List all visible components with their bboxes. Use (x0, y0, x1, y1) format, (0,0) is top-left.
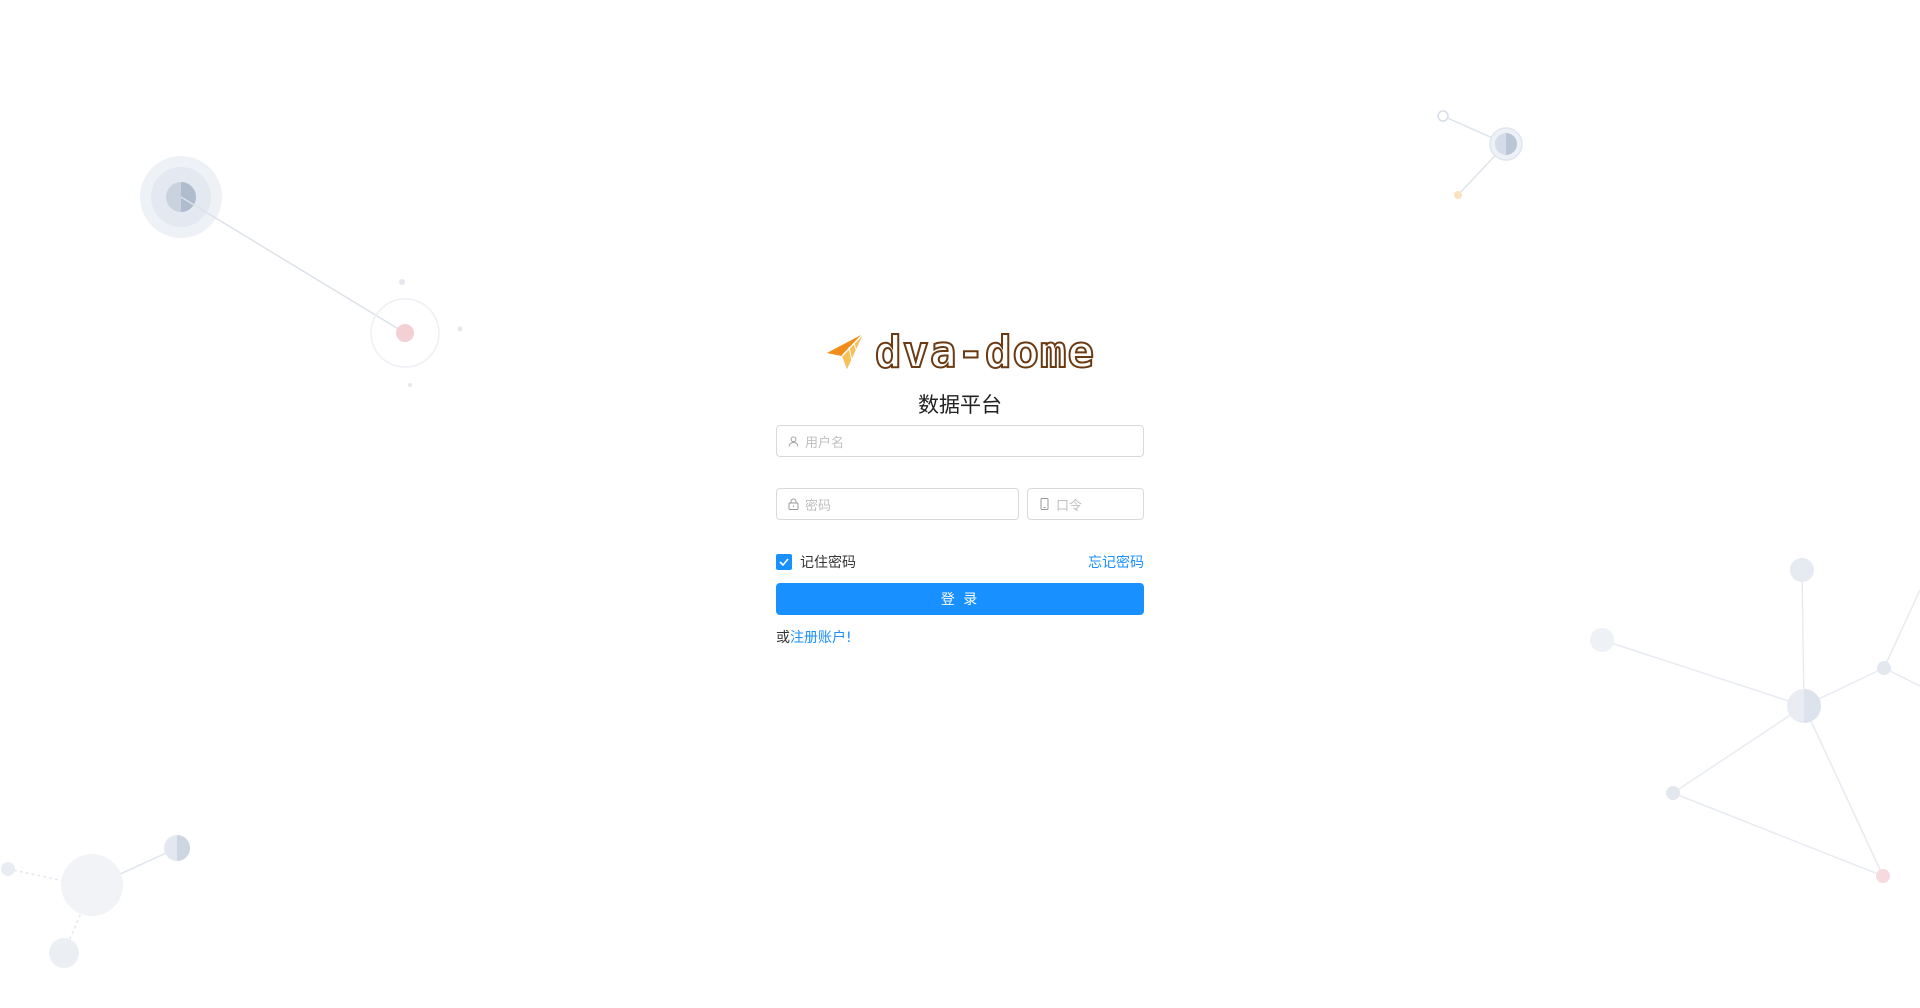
otp-field[interactable]: 口令 (1027, 488, 1144, 520)
username-placeholder: 用户名 (805, 435, 845, 451)
otp-placeholder: 口令 (1056, 498, 1083, 514)
user-icon (787, 435, 799, 447)
page-subtitle: 数据平台 (918, 393, 1002, 417)
logo-text: dva-dome (874, 326, 1095, 379)
check-icon[interactable] (776, 554, 792, 570)
forgot-password-link[interactable]: 忘记密码 (1088, 552, 1144, 572)
login-button[interactable]: 登 录 (776, 583, 1144, 615)
password-placeholder: 密码 (805, 498, 832, 514)
bg-cluster-bottom-right (1590, 558, 1920, 883)
lock-icon (787, 498, 799, 510)
password-row: 密码 口令 (776, 488, 1144, 520)
remember-password-checkbox[interactable]: 记住密码 (776, 552, 856, 572)
options-row: 记住密码 忘记密码 (776, 552, 1144, 572)
login-panel: dva-dome 数据平台 用户名 密码 口令 记住密码 忘记密码 登 录 或注… (776, 325, 1144, 647)
bg-cluster-top-left (140, 156, 463, 387)
paper-plane-icon (825, 331, 865, 375)
bg-cluster-bottom-left (1, 835, 190, 968)
register-link[interactable]: 注册账户! (790, 630, 852, 646)
password-field[interactable]: 密码 (776, 488, 1019, 520)
username-field[interactable]: 用户名 (776, 425, 1144, 457)
logo: dva-dome (776, 325, 1144, 381)
register-row: 或注册账户! (776, 627, 1144, 647)
bg-cluster-top-right (1437, 110, 1523, 199)
register-prefix: 或 (776, 630, 790, 646)
remember-label: 记住密码 (800, 555, 856, 571)
mobile-icon (1038, 498, 1050, 510)
